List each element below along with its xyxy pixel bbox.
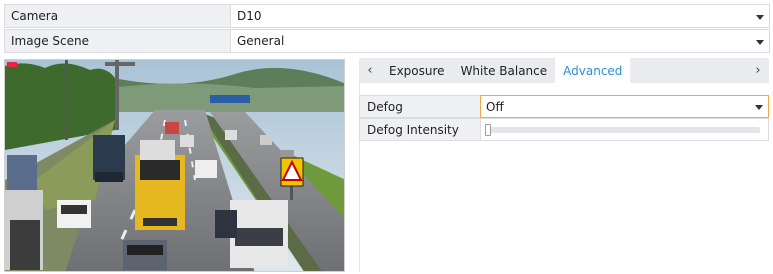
tab-advanced[interactable]: Advanced [555,58,631,83]
defog-intensity-slider[interactable] [480,118,769,141]
image-scene-row: Image Scene General [4,29,770,53]
tab-strip-spacer [630,58,747,83]
tab-white-balance[interactable]: White Balance [453,58,556,83]
camera-row: Camera D10 [4,4,770,28]
tab-scroll-right-button[interactable]: › [747,58,769,83]
slider-track[interactable] [485,124,760,136]
camera-select[interactable]: D10 [231,5,769,27]
defog-intensity-label: Defog Intensity [359,118,480,141]
image-scene-value: General [237,34,285,48]
image-scene-label: Image Scene [5,30,231,52]
camera-value: D10 [237,9,262,23]
live-preview-image [4,59,345,272]
image-settings-tabs: ‹ Exposure White Balance Advanced › [359,58,769,83]
tab-scroll-left-button[interactable]: ‹ [359,58,381,83]
chevron-down-icon [756,15,764,20]
defog-value: Off [486,100,504,114]
image-scene-select[interactable]: General [231,30,769,52]
tab-exposure[interactable]: Exposure [381,58,453,83]
defog-label: Defog [359,95,480,118]
chevron-down-icon [756,40,764,45]
defog-row: Defog Off [359,95,769,118]
chevron-down-icon [755,105,763,110]
highway-scene-illustration [5,60,344,271]
defog-intensity-row: Defog Intensity [359,118,769,141]
defog-select[interactable]: Off [480,95,769,118]
slider-thumb[interactable] [485,124,491,136]
camera-label: Camera [5,5,231,27]
